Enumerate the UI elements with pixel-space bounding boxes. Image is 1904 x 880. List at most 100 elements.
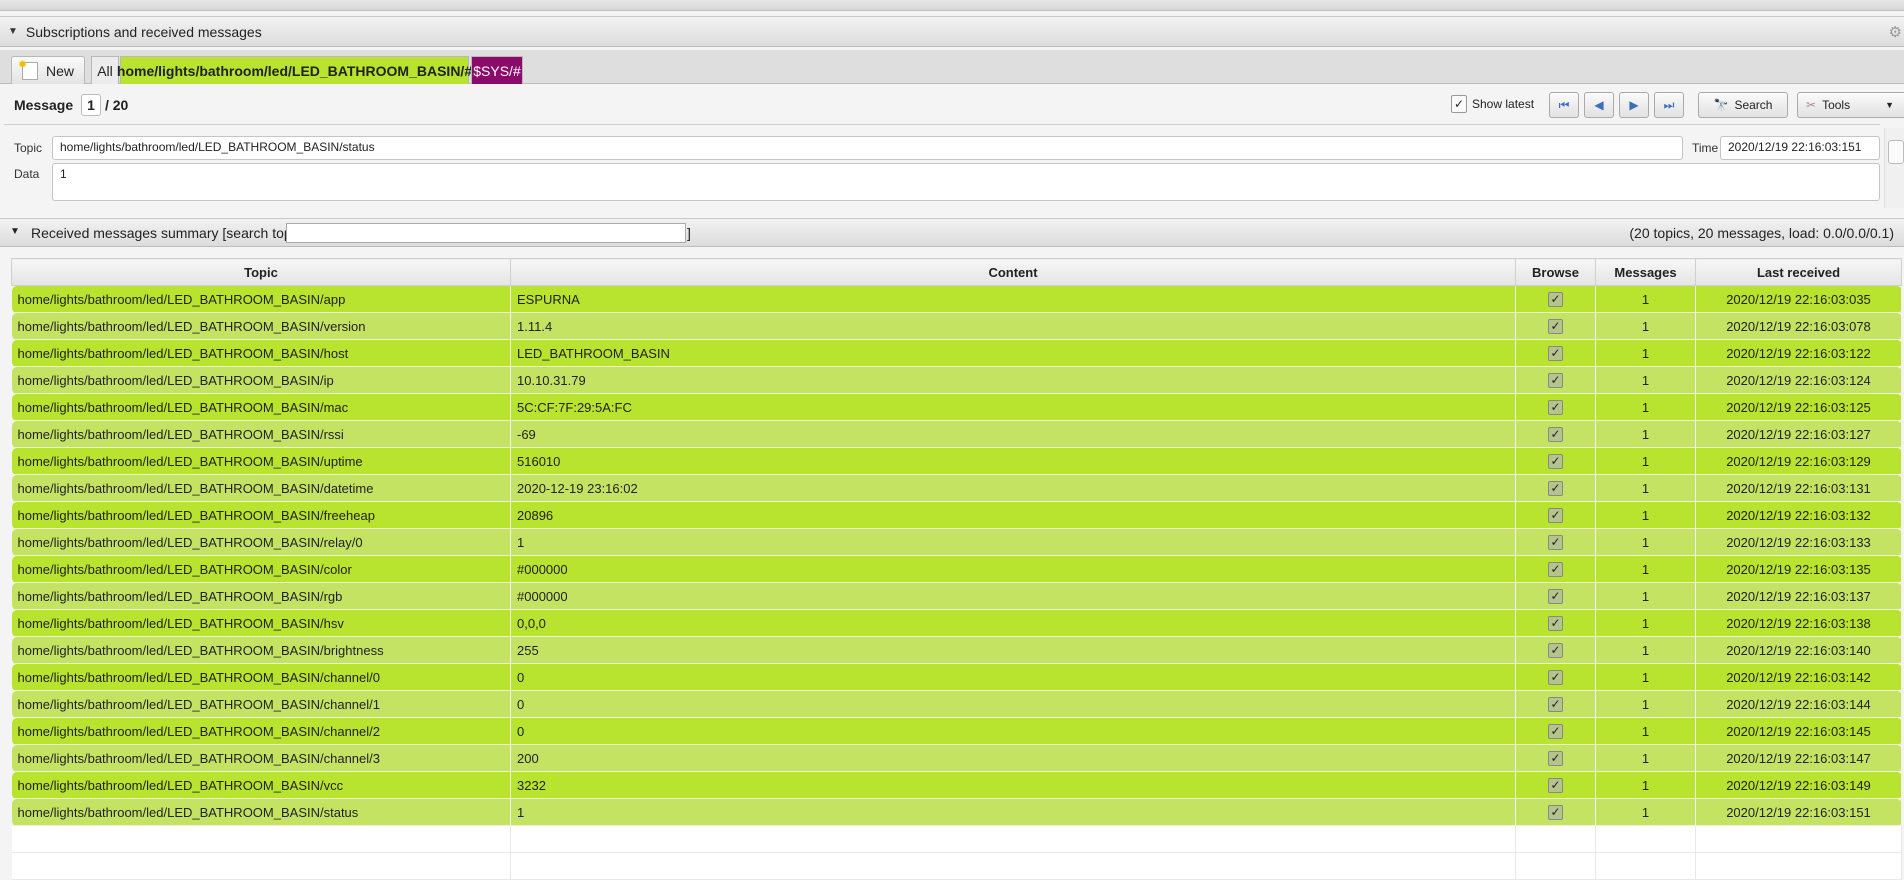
content-cell: 2020-12-19 23:16:02 xyxy=(510,474,1516,502)
browse-checkbox[interactable]: ✓ xyxy=(1548,400,1563,415)
data-label: Data xyxy=(14,167,40,181)
content-cell: 20896 xyxy=(510,501,1516,529)
new-subscription-button[interactable]: ✹ New xyxy=(11,56,85,84)
table-row[interactable]: home/lights/bathroom/led/LED_BATHROOM_BA… xyxy=(11,771,1902,799)
message-index-input[interactable]: 1 xyxy=(81,94,101,116)
browse-checkbox[interactable]: ✓ xyxy=(1548,427,1563,442)
table-row[interactable]: home/lights/bathroom/led/LED_BATHROOM_BA… xyxy=(11,285,1902,313)
gear-icon[interactable]: ⚙ xyxy=(1889,23,1902,41)
column-header-last-received[interactable]: Last received xyxy=(1695,258,1902,286)
left-arrow-icon: ◀ xyxy=(1594,98,1604,112)
collapse-triangle-icon[interactable]: ▼ xyxy=(8,26,18,37)
scrollbar-thumb[interactable] xyxy=(1888,140,1904,164)
browse-checkbox[interactable]: ✓ xyxy=(1548,481,1563,496)
table-row[interactable]: home/lights/bathroom/led/LED_BATHROOM_BA… xyxy=(11,339,1902,367)
content-cell: 516010 xyxy=(510,447,1516,475)
table-row[interactable]: home/lights/bathroom/led/LED_BATHROOM_BA… xyxy=(11,690,1902,718)
subscription-tabs: ✹ New All home/lights/bathroom/led/LED_B… xyxy=(0,50,1904,84)
browse-checkbox[interactable]: ✓ xyxy=(1548,805,1563,820)
table-row[interactable]: home/lights/bathroom/led/LED_BATHROOM_BA… xyxy=(11,393,1902,421)
browse-checkbox[interactable]: ✓ xyxy=(1548,508,1563,523)
message-navigator: Message 1 / 20 xyxy=(14,94,128,116)
table-row[interactable]: home/lights/bathroom/led/LED_BATHROOM_BA… xyxy=(11,582,1902,610)
topic-field[interactable]: home/lights/bathroom/led/LED_BATHROOM_BA… xyxy=(52,136,1683,160)
last-received-cell: 2020/12/19 22:16:03:140 xyxy=(1695,636,1902,664)
first-message-button[interactable]: ⏮ xyxy=(1549,92,1579,118)
top-strip xyxy=(0,0,1904,11)
subscriptions-panel-header[interactable]: ▼ Subscriptions and received messages ⚙ xyxy=(0,16,1904,47)
messages-cell: 1 xyxy=(1595,555,1696,583)
browse-cell: ✓ xyxy=(1515,582,1596,610)
column-header-content[interactable]: Content xyxy=(510,258,1516,286)
table-row[interactable]: home/lights/bathroom/led/LED_BATHROOM_BA… xyxy=(11,366,1902,394)
messages-cell: 1 xyxy=(1595,636,1696,664)
browse-checkbox[interactable]: ✓ xyxy=(1548,724,1563,739)
next-message-button[interactable]: ▶ xyxy=(1619,92,1649,118)
detail-scrollbar[interactable] xyxy=(1884,128,1904,208)
table-row[interactable]: home/lights/bathroom/led/LED_BATHROOM_BA… xyxy=(11,312,1902,340)
table-row[interactable]: home/lights/bathroom/led/LED_BATHROOM_BA… xyxy=(11,420,1902,448)
tab-led-bathroom-basin[interactable]: home/lights/bathroom/led/LED_BATHROOM_BA… xyxy=(117,56,472,84)
content-cell: 1 xyxy=(510,798,1516,826)
table-row[interactable]: home/lights/bathroom/led/LED_BATHROOM_BA… xyxy=(11,555,1902,583)
time-field[interactable]: 2020/12/19 22:16:03:151 xyxy=(1720,136,1880,160)
previous-message-button[interactable]: ◀ xyxy=(1584,92,1614,118)
browse-checkbox[interactable]: ✓ xyxy=(1548,589,1563,604)
new-label: New xyxy=(45,62,74,79)
browse-cell: ✓ xyxy=(1515,609,1596,637)
browse-cell: ✓ xyxy=(1515,555,1596,583)
column-header-topic[interactable]: Topic xyxy=(11,258,511,286)
search-topics-input[interactable] xyxy=(286,223,686,243)
topic-cell: home/lights/bathroom/led/LED_BATHROOM_BA… xyxy=(11,393,511,421)
topic-cell: home/lights/bathroom/led/LED_BATHROOM_BA… xyxy=(11,690,511,718)
table-row[interactable]: home/lights/bathroom/led/LED_BATHROOM_BA… xyxy=(11,717,1902,745)
message-total: / 20 xyxy=(104,97,129,113)
browse-checkbox[interactable]: ✓ xyxy=(1548,454,1563,469)
browse-checkbox[interactable]: ✓ xyxy=(1548,670,1563,685)
browse-cell: ✓ xyxy=(1515,663,1596,691)
table-row[interactable]: home/lights/bathroom/led/LED_BATHROOM_BA… xyxy=(11,447,1902,475)
tab-all[interactable]: All xyxy=(91,56,119,84)
search-button[interactable]: 🔭 Search xyxy=(1698,92,1788,118)
browse-checkbox[interactable]: ✓ xyxy=(1548,778,1563,793)
data-field[interactable]: 1 xyxy=(52,163,1880,201)
tools-button[interactable]: ✂ Tools ▼ xyxy=(1797,92,1904,118)
column-header-browse[interactable]: Browse xyxy=(1515,258,1596,286)
table-row[interactable]: home/lights/bathroom/led/LED_BATHROOM_BA… xyxy=(11,744,1902,772)
browse-checkbox[interactable]: ✓ xyxy=(1548,751,1563,766)
tab-sys[interactable]: $SYS/# xyxy=(471,56,523,84)
last-received-cell: 2020/12/19 22:16:03:147 xyxy=(1695,744,1902,772)
table-row[interactable]: home/lights/bathroom/led/LED_BATHROOM_BA… xyxy=(11,501,1902,529)
content-cell: 5C:CF:7F:29:5A:FC xyxy=(510,393,1516,421)
last-received-cell: 2020/12/19 22:16:03:127 xyxy=(1695,420,1902,448)
table-row[interactable]: home/lights/bathroom/led/LED_BATHROOM_BA… xyxy=(11,474,1902,502)
browse-checkbox[interactable]: ✓ xyxy=(1548,319,1563,334)
browse-checkbox[interactable]: ✓ xyxy=(1548,616,1563,631)
content-cell: #000000 xyxy=(510,555,1516,583)
browse-checkbox[interactable]: ✓ xyxy=(1548,697,1563,712)
table-row[interactable]: home/lights/bathroom/led/LED_BATHROOM_BA… xyxy=(11,636,1902,664)
table-row[interactable]: home/lights/bathroom/led/LED_BATHROOM_BA… xyxy=(11,528,1902,556)
show-latest-checkbox[interactable]: ✓ Show latest xyxy=(1451,95,1534,113)
last-received-cell: 2020/12/19 22:16:03:138 xyxy=(1695,609,1902,637)
browse-cell: ✓ xyxy=(1515,447,1596,475)
browse-checkbox[interactable]: ✓ xyxy=(1548,346,1563,361)
browse-checkbox[interactable]: ✓ xyxy=(1548,292,1563,307)
browse-checkbox[interactable]: ✓ xyxy=(1548,373,1563,388)
browse-checkbox[interactable]: ✓ xyxy=(1548,535,1563,550)
last-message-button[interactable]: ⏭ xyxy=(1654,92,1684,118)
collapse-triangle-icon[interactable]: ▼ xyxy=(10,226,20,237)
table-row[interactable]: home/lights/bathroom/led/LED_BATHROOM_BA… xyxy=(11,663,1902,691)
browse-checkbox[interactable]: ✓ xyxy=(1548,562,1563,577)
last-arrow-icon: ⏭ xyxy=(1663,97,1675,112)
column-header-messages[interactable]: Messages xyxy=(1595,258,1696,286)
content-cell: -69 xyxy=(510,420,1516,448)
table-row[interactable]: home/lights/bathroom/led/LED_BATHROOM_BA… xyxy=(11,798,1902,826)
last-received-cell: 2020/12/19 22:16:03:135 xyxy=(1695,555,1902,583)
messages-cell: 1 xyxy=(1595,717,1696,745)
table-row[interactable]: home/lights/bathroom/led/LED_BATHROOM_BA… xyxy=(11,609,1902,637)
browse-checkbox[interactable]: ✓ xyxy=(1548,643,1563,658)
content-cell: 255 xyxy=(510,636,1516,664)
table-header: Topic Content Browse Messages Last recei… xyxy=(11,258,1902,286)
time-label: Time xyxy=(1692,141,1719,155)
